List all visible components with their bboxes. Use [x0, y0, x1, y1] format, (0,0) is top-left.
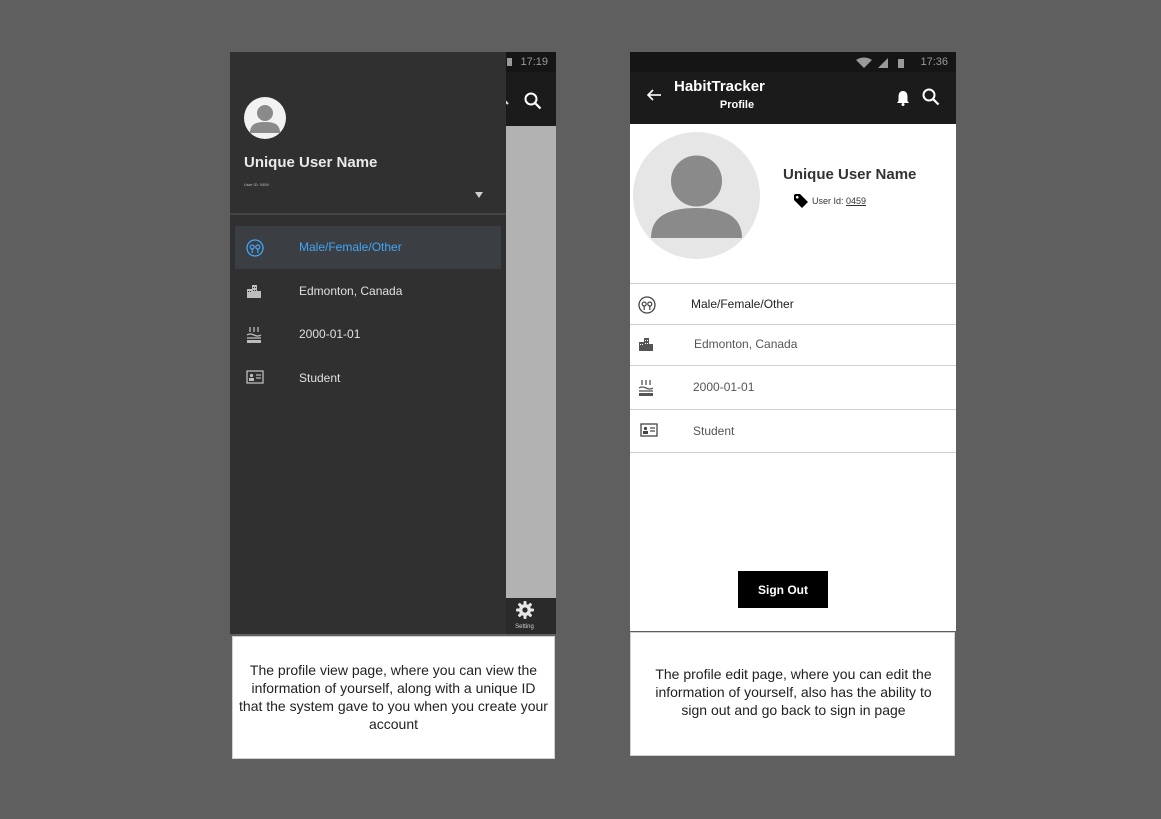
avatar[interactable] — [633, 132, 760, 259]
search-icon[interactable] — [524, 92, 542, 115]
bell-icon[interactable] — [896, 90, 910, 111]
divider — [630, 452, 956, 453]
drawer-item-label: Edmonton, Canada — [299, 284, 403, 298]
drawer-item-label: 2000-01-01 — [299, 327, 361, 341]
user-id-value: 0459 — [846, 196, 867, 206]
drawer-item-occupation[interactable]: Student — [235, 357, 501, 400]
status-time: 17:19 — [520, 56, 548, 68]
city-icon — [246, 283, 262, 304]
gender-icon — [638, 296, 656, 319]
profile-row-occupation[interactable]: Student — [630, 411, 956, 453]
profile-view-screen: 17:19 Setting Unique User Name User ID: … — [230, 52, 556, 634]
profile-row-label: Male/Female/Other — [691, 297, 794, 311]
drawer-item-label: Male/Female/Other — [299, 240, 402, 254]
avatar-person-icon — [651, 152, 742, 238]
profile-row-location[interactable]: Edmonton, Canada — [630, 324, 956, 366]
profile-row-gender[interactable]: Male/Female/Other — [630, 284, 956, 326]
profile-view-caption: The profile view page, where you can vie… — [232, 636, 555, 759]
dropdown-arrow-icon[interactable] — [474, 186, 484, 204]
city-icon — [638, 336, 654, 357]
page-title: Profile — [719, 99, 755, 111]
user-id-label: User Id: — [812, 196, 844, 206]
drawer-username: Unique User Name — [244, 154, 378, 171]
app-title: HabitTracker — [674, 78, 765, 95]
profile-edit-caption: The profile edit page, where you can edi… — [630, 632, 955, 756]
drawer-item-label: Student — [299, 371, 341, 385]
tag-icon — [793, 193, 809, 214]
status-time: 17:36 — [920, 56, 948, 68]
divider — [630, 409, 956, 410]
drawer-user-id: User ID: 0459 — [244, 182, 269, 187]
cake-icon — [246, 326, 262, 349]
navigation-drawer: Unique User Name User ID: 0459 Male/Fema… — [230, 52, 506, 634]
settings-bar[interactable]: Setting — [506, 598, 556, 634]
signal-icon — [878, 58, 888, 68]
app-bar: HabitTracker Profile — [630, 72, 956, 124]
cake-icon — [638, 379, 654, 402]
divider — [630, 365, 956, 366]
setting-label: Setting — [515, 624, 534, 630]
sign-out-button[interactable]: Sign Out — [738, 571, 828, 608]
caption-text: The profile view page, where you can vie… — [239, 662, 548, 732]
status-bar: 17:36 — [630, 52, 956, 72]
profile-row-label: Student — [693, 424, 735, 438]
drawer-item-gender[interactable]: Male/Female/Other — [235, 226, 501, 269]
avatar-person-icon — [250, 105, 280, 133]
avatar — [244, 97, 286, 139]
profile-row-label: Edmonton, Canada — [694, 337, 798, 351]
wifi-icon — [856, 57, 872, 68]
profile-edit-screen: 17:36 HabitTracker Profile Unique User N… — [630, 52, 956, 631]
drawer-item-birthday[interactable]: 2000-01-01 — [235, 313, 501, 356]
search-icon[interactable] — [922, 88, 940, 111]
back-arrow-icon[interactable] — [646, 88, 662, 107]
id-card-icon — [246, 370, 264, 389]
battery-icon — [507, 58, 512, 66]
gender-icon — [246, 239, 264, 262]
divider — [230, 213, 506, 215]
profile-username[interactable]: Unique User Name — [783, 166, 916, 183]
gear-icon[interactable] — [515, 600, 535, 625]
caption-text: The profile edit page, where you can edi… — [655, 666, 932, 718]
profile-row-birthday[interactable]: 2000-01-01 — [630, 367, 956, 409]
profile-row-label: 2000-01-01 — [693, 380, 755, 394]
battery-icon — [898, 59, 904, 68]
id-card-icon — [640, 423, 658, 442]
drawer-item-location[interactable]: Edmonton, Canada — [235, 270, 501, 313]
